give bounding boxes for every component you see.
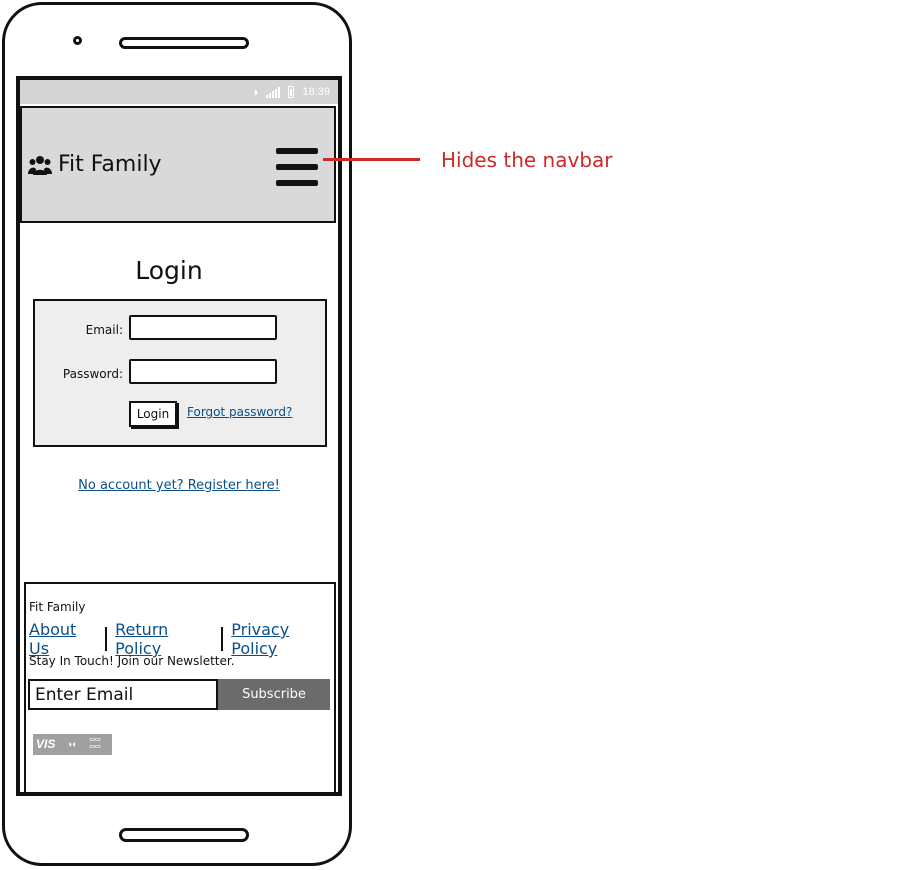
login-button[interactable]: Login xyxy=(129,401,177,427)
payment-icons: VIS ◑◐ ▭▭ ▭▭ xyxy=(33,734,113,755)
app-header: Fit Family xyxy=(20,106,336,223)
link-divider xyxy=(105,627,108,651)
annotation-text: Hides the navbar xyxy=(441,148,613,172)
status-bar: ◑ 18:39 xyxy=(20,80,338,104)
subscribe-button[interactable]: Subscribe xyxy=(218,679,330,710)
home-button[interactable] xyxy=(119,828,249,842)
battery-icon xyxy=(288,86,295,98)
register-link-container: No account yet? Register here! xyxy=(20,478,338,493)
annotation-connector xyxy=(323,158,420,161)
login-form: Email: Password: Login Forgot password? xyxy=(33,299,327,447)
status-time: 18:39 xyxy=(302,86,330,98)
visa-icon: VIS xyxy=(33,734,59,755)
newsletter-text: Stay In Touch! Join our Newsletter. xyxy=(29,654,235,668)
status-icons: ◑ 18:39 xyxy=(251,85,330,99)
signal-icon xyxy=(266,86,281,98)
privacy-policy-link[interactable]: Privacy Policy xyxy=(231,620,334,658)
forgot-password-link[interactable]: Forgot password? xyxy=(187,405,292,419)
mockup-canvas: ◑ 18:39 Fit Family Login Email: Password… xyxy=(0,0,923,870)
wifi-icon: ◑ xyxy=(251,85,259,99)
newsletter-form: Subscribe xyxy=(28,679,330,710)
password-field[interactable] xyxy=(129,359,277,384)
speaker-grille xyxy=(119,37,249,49)
mastercard-icon: ◑◐ xyxy=(59,734,86,755)
newsletter-email-input[interactable] xyxy=(28,679,218,710)
email-field[interactable] xyxy=(129,315,277,340)
about-us-link[interactable]: About Us xyxy=(29,620,97,658)
brand-name: Fit Family xyxy=(58,152,162,177)
users-icon xyxy=(28,155,52,175)
phone-screen: ◑ 18:39 Fit Family Login Email: Password… xyxy=(16,76,342,796)
login-title: Login xyxy=(135,256,203,285)
footer-brand: Fit Family xyxy=(29,600,86,614)
amex-icon: ▭▭ ▭▭ xyxy=(86,734,113,755)
register-link[interactable]: No account yet? Register here! xyxy=(78,478,280,493)
hamburger-menu-icon[interactable] xyxy=(276,148,318,186)
email-label: Email: xyxy=(85,323,123,337)
camera-icon xyxy=(73,36,82,45)
return-policy-link[interactable]: Return Policy xyxy=(115,620,213,658)
password-label: Password: xyxy=(62,367,123,381)
footer-links: About Us Return Policy Privacy Policy xyxy=(29,620,334,658)
footer: Fit Family About Us Return Policy Privac… xyxy=(24,582,336,792)
brand[interactable]: Fit Family xyxy=(28,152,162,177)
link-divider xyxy=(221,627,224,651)
